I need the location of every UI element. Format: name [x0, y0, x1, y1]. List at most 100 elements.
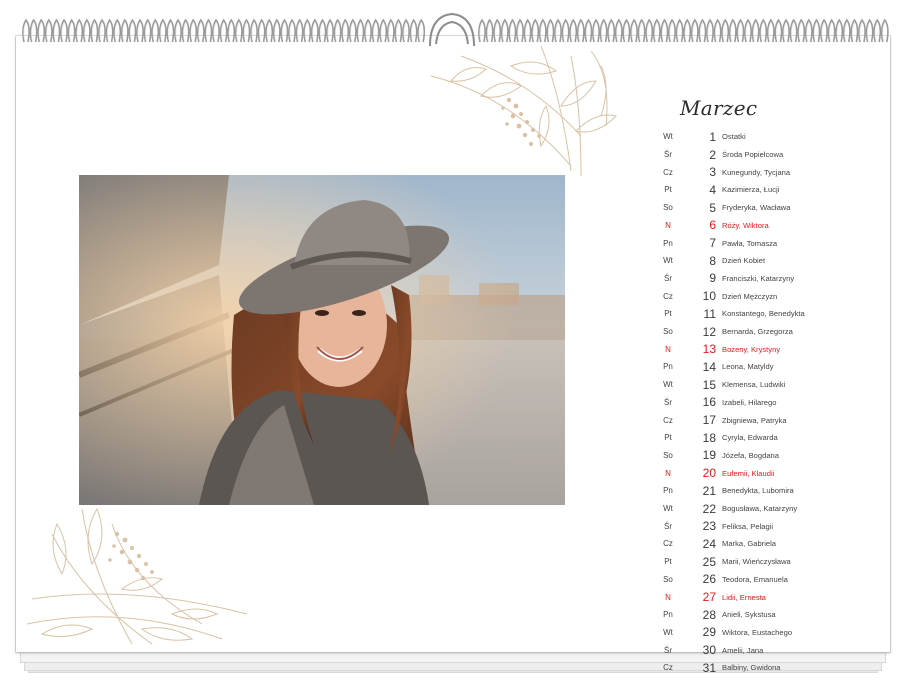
day-of-week: Wt: [663, 132, 673, 142]
spiral-binding: [22, 12, 889, 47]
day-of-week: N: [665, 468, 671, 478]
day-number: 22: [702, 501, 716, 516]
day-number: 27: [702, 590, 716, 605]
day-of-week: So: [663, 450, 673, 460]
day-of-week: Pn: [663, 238, 673, 248]
day-row: Cz 24 Marka, Gabriela: [648, 535, 888, 553]
name-day: Fryderyka, Wacława: [722, 203, 791, 213]
day-number: 5: [709, 200, 716, 215]
day-row: So 5 Fryderyka, Wacława: [648, 199, 888, 217]
day-row: Śr 9 Franciszki, Katarzyny: [648, 270, 888, 288]
day-number: 13: [702, 342, 716, 357]
name-day: Konstantego, Benedykta: [722, 309, 805, 319]
day-of-week: Pn: [663, 610, 673, 620]
wall-calendar-mockup: Marzec Wt 1 Ostatki Śr 2 Środa Popielcowa Cz 3 K…: [0, 0, 906, 691]
day-number: 21: [702, 483, 716, 498]
day-row: Pn 7 Pawła, Tomasza: [648, 234, 888, 252]
name-day: Marka, Gabriela: [722, 539, 777, 549]
name-day: Bernarda, Grzegorza: [722, 327, 793, 337]
day-of-week: Wt: [663, 380, 673, 390]
day-number: 4: [709, 182, 716, 197]
day-of-week: Cz: [663, 291, 673, 301]
day-of-week: Cz: [663, 415, 673, 425]
day-row: N 13 Bożeny, Krystyny: [648, 340, 888, 358]
day-number: 29: [702, 625, 716, 640]
name-day: Dzień Kobiet: [722, 256, 766, 266]
day-row: Śr 30 Amelii, Jana: [648, 641, 888, 659]
day-row: Cz 31 Balbiny, Gwidona: [648, 659, 888, 677]
day-of-week: Pt: [664, 309, 672, 319]
day-row: Śr 16 Izabeli, Hilarego: [648, 394, 888, 412]
name-day: Benedykta, Lubomira: [722, 486, 794, 496]
name-day: Środa Popielcowa: [722, 150, 784, 160]
day-number: 10: [702, 289, 716, 304]
day-number: 7: [709, 236, 716, 251]
day-of-week: Wt: [663, 504, 673, 514]
day-row: Cz 10 Dzień Mężczyzn: [648, 287, 888, 305]
day-row: Pn 14 Leona, Matyldy: [648, 358, 888, 376]
name-day: Józefa, Bogdana: [722, 450, 779, 460]
day-number: 23: [702, 519, 716, 534]
day-of-week: Pt: [664, 557, 672, 567]
day-row: Cz 3 Kunegundy, Tycjana: [648, 163, 888, 181]
day-row: Cz 17 Zbigniewa, Patryka: [648, 411, 888, 429]
day-number: 3: [709, 165, 716, 180]
name-day: Marii, Wieńczysława: [722, 557, 791, 567]
day-of-week: Pn: [663, 362, 673, 372]
day-row: Pt 11 Konstantego, Benedykta: [648, 305, 888, 323]
name-day: Ostatki: [722, 132, 746, 142]
day-row: Pt 25 Marii, Wieńczysława: [648, 553, 888, 571]
day-number: 31: [702, 660, 716, 675]
day-of-week: N: [665, 220, 671, 230]
day-number: 8: [709, 253, 716, 268]
day-row: Pt 18 Cyryla, Edwarda: [648, 429, 888, 447]
day-row: So 19 Józefa, Bogdana: [648, 447, 888, 465]
name-day: Anieli, Sykstusa: [722, 610, 776, 620]
botanical-illustration-top: [430, 45, 617, 177]
day-number: 2: [709, 147, 716, 162]
day-row: Pt 4 Kazimierza, Łucji: [648, 181, 888, 199]
day-row: Wt 8 Dzień Kobiet: [648, 252, 888, 270]
day-of-week: Cz: [663, 663, 673, 673]
day-of-week: N: [665, 344, 671, 354]
day-of-week: Śr: [664, 397, 672, 407]
name-day: Dzień Mężczyzn: [722, 291, 778, 301]
name-day: Amelii, Jana: [722, 645, 764, 655]
month-title: Marzec: [680, 96, 758, 120]
day-number: 18: [702, 430, 716, 445]
day-of-week: N: [665, 592, 671, 602]
day-of-week: Śr: [664, 521, 672, 531]
day-of-week: Wt: [663, 256, 673, 266]
day-row: Śr 23 Feliksa, Pelagii: [648, 517, 888, 535]
day-number: 30: [702, 643, 716, 658]
day-row: Wt 1 Ostatki: [648, 128, 888, 146]
day-row: Wt 29 Wiktora, Eustachego: [648, 624, 888, 642]
day-number: 17: [702, 413, 716, 428]
name-day: Lidii, Ernesta: [722, 592, 766, 602]
day-number: 26: [702, 572, 716, 587]
day-of-week: Pt: [664, 433, 672, 443]
day-of-week: Cz: [663, 167, 673, 177]
day-of-week: Pt: [664, 185, 672, 195]
day-of-week: Wt: [663, 627, 673, 637]
day-number: 11: [703, 306, 716, 321]
day-number: 25: [702, 554, 716, 569]
name-day: Klemensa, Ludwiki: [722, 380, 786, 390]
day-of-week: Śr: [664, 645, 672, 655]
name-day: Leona, Matyldy: [722, 362, 774, 372]
day-number: 20: [702, 466, 716, 481]
name-day: Róży, Wiktora: [722, 220, 769, 230]
day-of-week: Śr: [664, 150, 672, 160]
day-row: So 26 Teodora, Emanuela: [648, 571, 888, 589]
name-day: Izabeli, Hilarego: [722, 397, 777, 407]
day-row: So 12 Bernarda, Grzegorza: [648, 323, 888, 341]
day-number: 1: [709, 129, 716, 144]
name-day: Kunegundy, Tycjana: [722, 167, 791, 177]
name-day: Kazimierza, Łucji: [722, 185, 780, 195]
name-day: Eufemii, Klaudii: [722, 468, 775, 478]
day-of-week: Cz: [663, 539, 673, 549]
day-row: Wt 15 Klemensa, Ludwiki: [648, 376, 888, 394]
hanger-hook: [429, 12, 475, 47]
day-of-week: So: [663, 203, 673, 213]
name-day: Zbigniewa, Patryka: [722, 415, 787, 425]
